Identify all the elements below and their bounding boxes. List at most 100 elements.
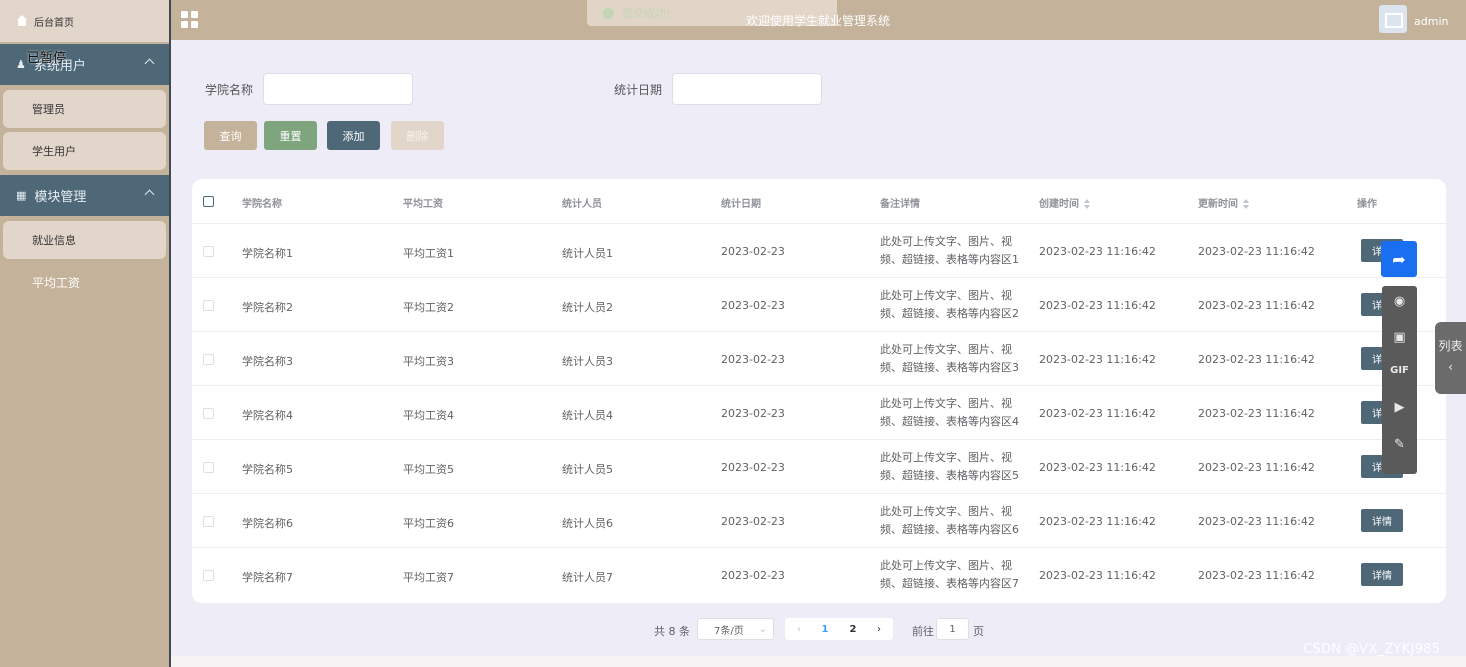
cell-staff: 统计人员7 <box>562 571 613 584</box>
sort-icon[interactable] <box>1084 199 1090 209</box>
cell-salary: 平均工资6 <box>403 517 454 530</box>
cell-date: 2023-02-23 <box>721 515 785 528</box>
cell-updated: 2023-02-23 11:16:42 <box>1198 245 1315 258</box>
college-name-input[interactable] <box>263 73 413 105</box>
column-header: 操作 <box>1357 199 1377 210</box>
cell-updated: 2023-02-23 11:16:42 <box>1198 299 1315 312</box>
video-icon[interactable]: ▶ <box>1382 400 1417 415</box>
cell-college: 学院名称5 <box>242 463 293 476</box>
pen-icon[interactable]: ✎ <box>1382 437 1417 452</box>
row-checkbox[interactable] <box>203 246 214 257</box>
sidebar-item-label: 后台首页 <box>34 17 74 29</box>
home-icon <box>16 15 28 27</box>
sidebar-item-student-users[interactable]: 学生用户 <box>3 132 166 170</box>
main-content: 学院名称 统计日期 查询 重置 添加 删除 学院名称 平均工资 统计人员 统计日… <box>171 40 1466 667</box>
cell-college: 学院名称2 <box>242 301 293 314</box>
table-row: 学院名称1 平均工资1 统计人员1 2023-02-23 此处可上传文字、图片、… <box>192 224 1446 278</box>
camera-icon[interactable]: ◉ <box>1382 294 1417 309</box>
cell-note-line: 此处可上传文字、图片、视 <box>880 343 1012 356</box>
cell-date: 2023-02-23 <box>721 299 785 312</box>
cell-salary: 平均工资2 <box>403 301 454 314</box>
row-checkbox[interactable] <box>203 516 214 527</box>
column-header: 备注详情 <box>880 199 920 210</box>
list-side-tab[interactable]: 列表 ‹ <box>1435 322 1466 394</box>
column-header: 统计日期 <box>721 199 761 210</box>
detail-button[interactable]: 详情 <box>1361 563 1403 586</box>
gif-icon[interactable]: GIF <box>1382 365 1417 376</box>
cell-created: 2023-02-23 11:16:42 <box>1039 515 1156 528</box>
table-row: 学院名称3 平均工资3 统计人员3 2023-02-23 此处可上传文字、图片、… <box>192 332 1446 386</box>
cell-note-line: 频、超链接、表格等内容区5 <box>880 469 1019 482</box>
next-page-icon[interactable]: › <box>867 624 891 635</box>
column-header: 平均工资 <box>403 199 443 210</box>
cell-created: 2023-02-23 11:16:42 <box>1039 299 1156 312</box>
prev-page-icon[interactable]: ‹ <box>787 624 811 635</box>
watermark: CSDN @VX_ZYKJ985 <box>1303 642 1441 657</box>
username[interactable]: admin <box>1414 15 1448 28</box>
cell-college: 学院名称6 <box>242 517 293 530</box>
chevron-up-icon <box>144 189 155 200</box>
stat-date-input[interactable] <box>672 73 822 105</box>
cell-created: 2023-02-23 11:16:42 <box>1039 353 1156 366</box>
cell-salary: 平均工资3 <box>403 355 454 368</box>
capture-toolbar: ◉ ▣ GIF ▶ ✎ <box>1382 286 1417 474</box>
sidebar-group-label: 模块管理 <box>34 190 87 205</box>
row-checkbox[interactable] <box>203 408 214 419</box>
sidebar-item-home[interactable]: 后台首页 <box>0 0 169 42</box>
cell-staff: 统计人员5 <box>562 463 613 476</box>
cell-note: 此处可上传文字、图片、视 频、超链接、表格等内容区7 <box>880 557 1030 593</box>
table-row: 学院名称5 平均工资5 统计人员5 2023-02-23 此处可上传文字、图片、… <box>192 440 1446 494</box>
cell-college: 学院名称3 <box>242 355 293 368</box>
college-name-label: 学院名称 <box>205 83 254 97</box>
cell-salary: 平均工资5 <box>403 463 454 476</box>
row-checkbox[interactable] <box>203 570 214 581</box>
row-checkbox[interactable] <box>203 462 214 473</box>
page-1-button[interactable]: 1 <box>811 624 839 635</box>
avatar[interactable] <box>1379 5 1407 33</box>
cell-note-line: 此处可上传文字、图片、视 <box>880 289 1012 302</box>
sort-icon[interactable] <box>1243 199 1249 209</box>
cell-note-line: 此处可上传文字、图片、视 <box>880 559 1012 572</box>
cell-date: 2023-02-23 <box>721 353 785 366</box>
page-size-select[interactable]: 7条/页 ⌄ <box>697 618 774 640</box>
cell-note: 此处可上传文字、图片、视 频、超链接、表格等内容区3 <box>880 341 1030 377</box>
add-button[interactable]: 添加 <box>327 121 380 150</box>
cell-college: 学院名称7 <box>242 571 293 584</box>
sidebar-group-module-management[interactable]: ▦ 模块管理 <box>0 175 169 216</box>
cell-created: 2023-02-23 11:16:42 <box>1039 461 1156 474</box>
cell-college: 学院名称4 <box>242 409 293 422</box>
row-checkbox[interactable] <box>203 354 214 365</box>
sidebar-item-employment-info[interactable]: 就业信息 <box>3 221 166 259</box>
column-header-sortable[interactable]: 更新时间 <box>1198 195 1249 210</box>
column-header: 学院名称 <box>242 199 282 210</box>
cell-salary: 平均工资4 <box>403 409 454 422</box>
delete-button[interactable]: 删除 <box>391 121 444 150</box>
cell-note: 此处可上传文字、图片、视 频、超链接、表格等内容区5 <box>880 449 1030 485</box>
sidebar-item-average-salary[interactable]: 平均工资 <box>3 263 166 301</box>
sidebar-group-system-users[interactable]: ♟ 系统用户 <box>0 44 169 85</box>
detail-button[interactable]: 详情 <box>1361 509 1403 532</box>
share-icon[interactable]: ➦ <box>1381 241 1417 277</box>
column-header-label: 更新时间 <box>1198 199 1238 210</box>
column-header-sortable[interactable]: 创建时间 <box>1039 195 1090 210</box>
image-icon[interactable]: ▣ <box>1382 330 1417 345</box>
page-2-button[interactable]: 2 <box>839 624 867 635</box>
grid-icon: ▦ <box>16 189 27 202</box>
goto-page-input[interactable]: 1 <box>936 618 969 640</box>
page-size-value: 7条/页 <box>714 625 744 637</box>
cell-updated: 2023-02-23 11:16:42 <box>1198 461 1315 474</box>
query-button[interactable]: 查询 <box>204 121 257 150</box>
reset-button[interactable]: 重置 <box>264 121 317 150</box>
cell-note-line: 频、超链接、表格等内容区6 <box>880 523 1019 536</box>
sidebar-item-label: 就业信息 <box>32 234 76 247</box>
cell-created: 2023-02-23 11:16:42 <box>1039 407 1156 420</box>
row-checkbox[interactable] <box>203 300 214 311</box>
sidebar-item-admin[interactable]: 管理员 <box>3 90 166 128</box>
cell-note-line: 频、超链接、表格等内容区7 <box>880 577 1019 590</box>
cell-note-line: 频、超链接、表格等内容区4 <box>880 415 1019 428</box>
select-all-checkbox[interactable] <box>203 196 214 207</box>
pagination: 共 8 条 7条/页 ⌄ ‹ 1 2 › 前往 1 页 <box>171 618 1466 640</box>
cell-note: 此处可上传文字、图片、视 频、超链接、表格等内容区2 <box>880 287 1030 323</box>
menu-toggle-icon[interactable] <box>181 11 198 28</box>
cell-date: 2023-02-23 <box>721 407 785 420</box>
